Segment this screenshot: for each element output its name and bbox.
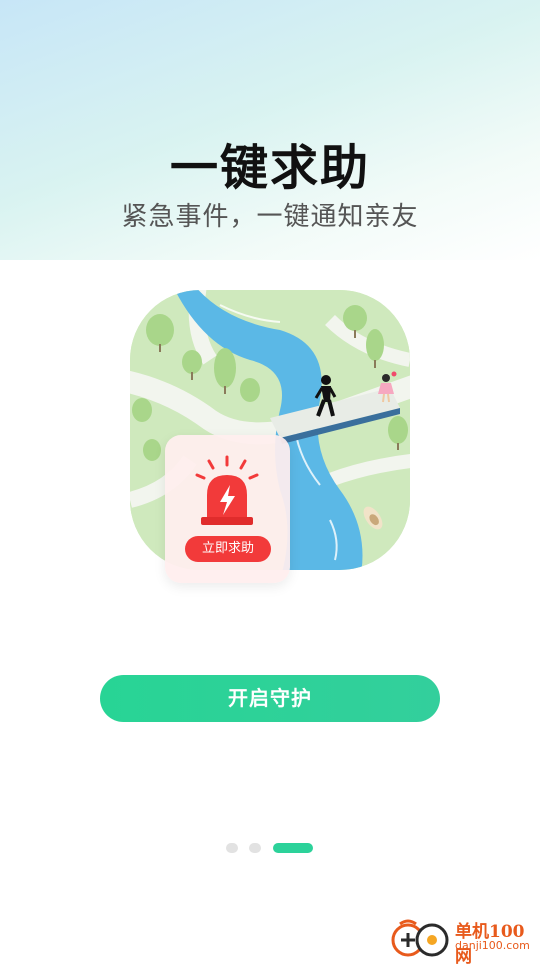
page-subtitle: 紧急事件，一键通知亲友 xyxy=(121,202,419,232)
sos-help-button: 立即求助 xyxy=(185,536,271,562)
page-title: 一键求助 xyxy=(169,140,370,196)
page-indicator-dot-1[interactable] xyxy=(226,843,238,853)
watermark-url: danji100.com xyxy=(455,939,530,952)
page-indicator xyxy=(0,843,540,855)
page-indicator-dot-3-active[interactable] xyxy=(273,843,313,853)
watermark: 单机100网 danji100.com xyxy=(390,915,540,967)
start-protection-button[interactable]: 开启守护 xyxy=(100,675,440,722)
dual-face-logo-icon xyxy=(391,919,449,957)
page-indicator-dot-2[interactable] xyxy=(249,843,261,853)
